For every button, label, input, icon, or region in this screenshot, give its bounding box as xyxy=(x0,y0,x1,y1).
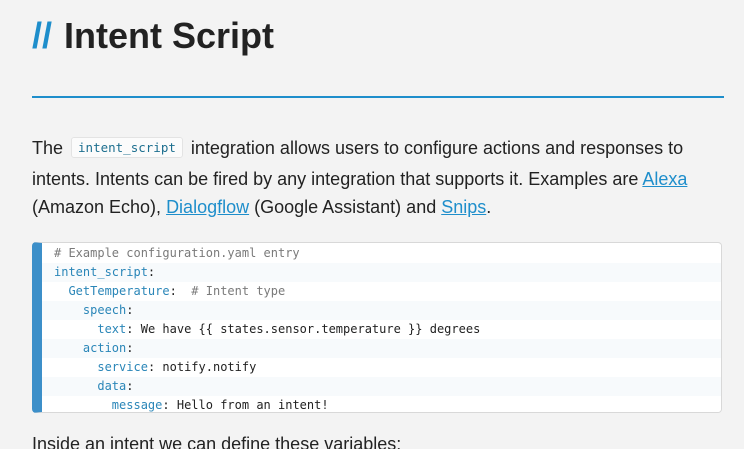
code-comment: # Intent type xyxy=(191,284,286,298)
code-line: intent_script: xyxy=(42,263,721,282)
outro-paragraph: Inside an intent we can define these var… xyxy=(32,434,402,449)
title-text: Intent Script xyxy=(64,15,275,56)
code-value: We have {{ states.sensor.temperature }} … xyxy=(140,322,481,336)
code-key: speech xyxy=(82,303,127,317)
code-line: speech: xyxy=(42,301,721,320)
code-line: data: xyxy=(42,377,721,396)
code-key: GetTemperature xyxy=(68,284,170,298)
code-key: text xyxy=(97,322,127,336)
code-line: service: notify.notify xyxy=(42,358,721,377)
code-key: action xyxy=(82,341,127,355)
title-prefix: // xyxy=(32,15,53,56)
intro-text-3: (Amazon Echo), xyxy=(32,197,167,217)
code-value: Hello from an intent! xyxy=(176,398,329,412)
code-line: message: Hello from an intent! xyxy=(42,396,721,412)
link-snips[interactable]: Snips xyxy=(441,197,486,217)
code-key: service xyxy=(97,360,148,374)
code-line: action: xyxy=(42,339,721,358)
link-alexa[interactable]: Alexa xyxy=(642,169,687,189)
intro-text-1: The xyxy=(32,138,69,158)
title-divider xyxy=(32,96,724,98)
link-dialogflow[interactable]: Dialogflow xyxy=(166,197,249,217)
code-key: intent_script xyxy=(54,265,148,279)
page-title: // Intent Script xyxy=(32,14,274,58)
code-key: message xyxy=(111,398,163,412)
docs-page: // Intent Script The intent_script integr… xyxy=(0,0,744,449)
code-block: # Example configuration.yaml entry intent… xyxy=(32,242,722,413)
code-line: GetTemperature: # Intent type xyxy=(42,282,721,301)
code-comment: # Example configuration.yaml entry xyxy=(54,246,300,260)
intro-text-5: . xyxy=(486,197,492,217)
intro-paragraph: The intent_script integration allows use… xyxy=(32,134,722,222)
code-key: data xyxy=(97,379,127,393)
intro-text-4: (Google Assistant) and xyxy=(249,197,442,217)
code-line: # Example configuration.yaml entry xyxy=(42,244,721,263)
inline-code-intent-script: intent_script xyxy=(71,137,183,158)
code-value: notify.notify xyxy=(162,360,257,374)
code-line: text: We have {{ states.sensor.temperatu… xyxy=(42,320,721,339)
